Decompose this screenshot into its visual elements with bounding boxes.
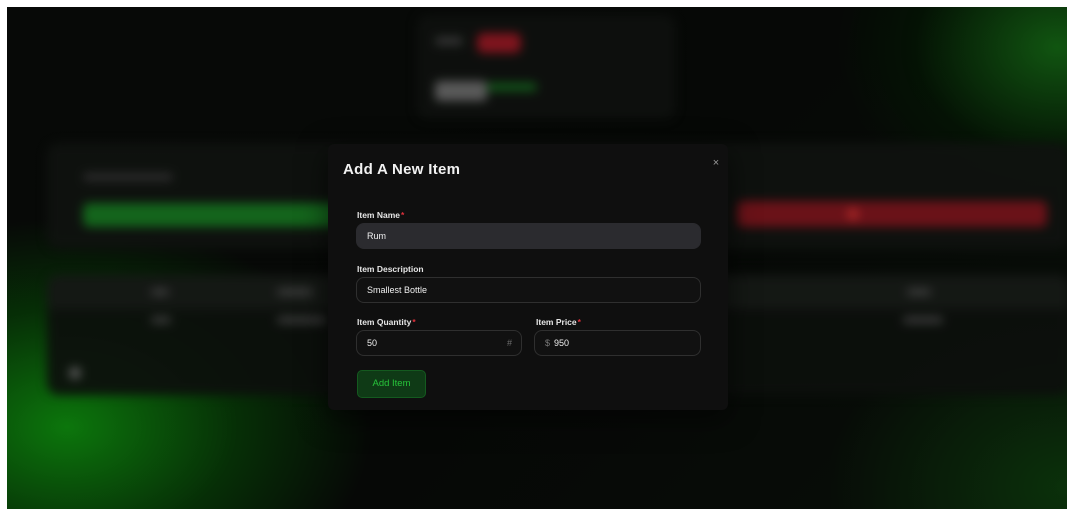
- add-item-button[interactable]: Add Item: [357, 370, 426, 398]
- add-item-modal: Add A New Item × Item Name* Rum Item Des…: [328, 144, 728, 410]
- dollar-icon: $: [545, 338, 551, 348]
- app-frame: Add A New Item × Item Name* Rum Item Des…: [7, 7, 1067, 509]
- item-quantity-input[interactable]: 50 #: [356, 330, 522, 356]
- item-description-input[interactable]: Smallest Bottle: [356, 277, 701, 303]
- modal-title: Add A New Item: [343, 161, 461, 178]
- item-quantity-value: 50: [367, 338, 378, 348]
- close-icon[interactable]: ×: [708, 155, 724, 171]
- required-marker: *: [401, 210, 405, 220]
- item-description-value: Smallest Bottle: [367, 285, 428, 295]
- hash-icon: #: [506, 338, 512, 348]
- item-name-label: Item Name*: [357, 210, 404, 220]
- item-name-value: Rum: [367, 231, 387, 241]
- required-marker: *: [412, 317, 416, 327]
- item-price-input[interactable]: $950: [534, 330, 701, 356]
- item-price-value: 950: [554, 338, 570, 348]
- item-quantity-label-text: Item Quantity: [357, 317, 412, 327]
- item-quantity-label: Item Quantity*: [357, 317, 416, 327]
- item-description-label: Item Description: [357, 264, 424, 274]
- item-description-label-text: Item Description: [357, 264, 424, 274]
- item-price-label-text: Item Price: [536, 317, 577, 327]
- item-name-input[interactable]: Rum: [356, 223, 701, 249]
- required-marker: *: [577, 317, 581, 327]
- item-name-label-text: Item Name: [357, 210, 400, 220]
- item-price-label: Item Price*: [536, 317, 581, 327]
